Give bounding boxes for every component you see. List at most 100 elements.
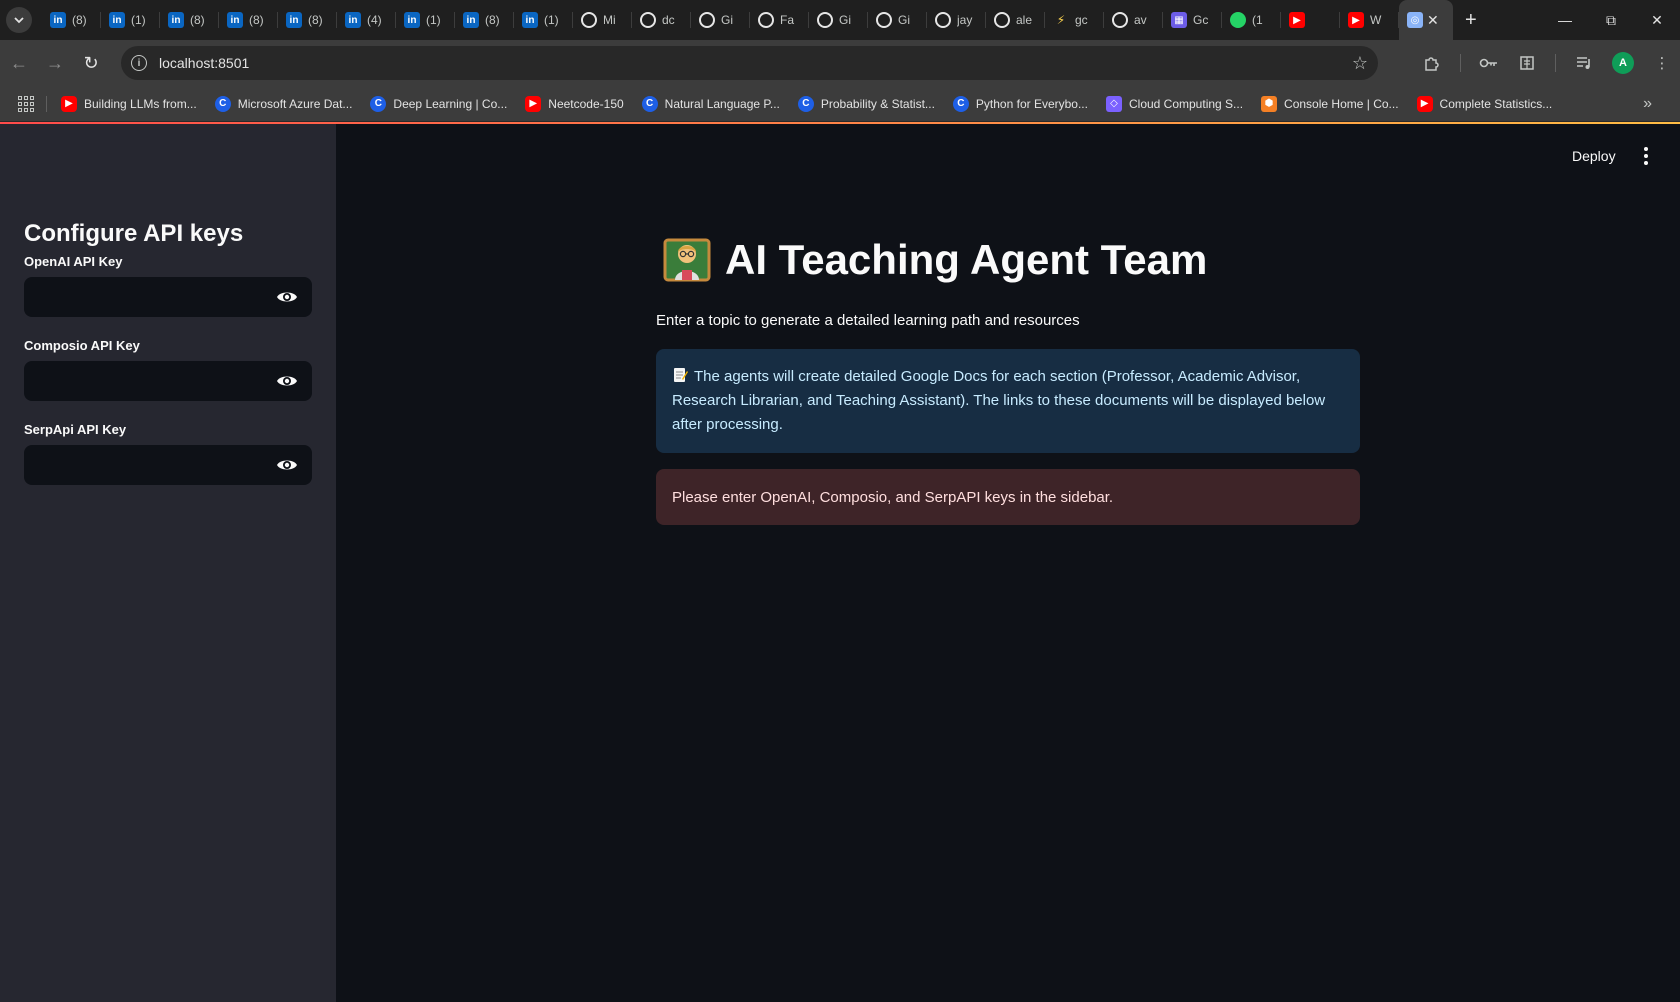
media-control-icon[interactable] xyxy=(1574,53,1594,73)
browser-tab[interactable]: ▶ W xyxy=(1340,0,1399,40)
bookmark-label: Microsoft Azure Dat... xyxy=(237,96,353,111)
browser-tab-title: (1) xyxy=(131,13,146,27)
close-tab-icon[interactable]: ✕ xyxy=(1427,12,1439,29)
browser-tab[interactable]: ▦ Gc xyxy=(1163,0,1222,40)
browser-tab-title: (1 xyxy=(1252,13,1263,27)
tab-search-button[interactable] xyxy=(6,7,32,33)
browser-tab-title: av xyxy=(1134,13,1147,27)
serpapi-key-field: SerpApi API Key xyxy=(24,422,312,485)
bookmark-item[interactable]: C Deep Learning | Co... xyxy=(370,95,508,112)
site-info-icon[interactable]: i xyxy=(131,55,147,71)
youtube-icon: ▶ xyxy=(61,95,77,112)
profile-avatar[interactable]: A xyxy=(1612,52,1634,74)
composio-key-input[interactable] xyxy=(24,361,254,401)
bookmark-item[interactable]: ▶ Complete Statistics... xyxy=(1416,95,1552,112)
robot-icon: ◎ xyxy=(1407,12,1423,28)
close-window-button[interactable]: ✕ xyxy=(1634,0,1680,40)
forward-button[interactable]: → xyxy=(38,46,72,80)
browser-tab[interactable]: ale xyxy=(986,0,1045,40)
browser-tab[interactable]: jay xyxy=(927,0,986,40)
browser-tab[interactable]: in (1) xyxy=(396,0,455,40)
browser-tab[interactable]: in (4) xyxy=(337,0,396,40)
apps-grid-icon[interactable] xyxy=(18,95,34,112)
arrow-left-icon: ← xyxy=(10,52,28,73)
bookmarks-divider xyxy=(46,95,47,112)
youtube-icon: ▶ xyxy=(1289,12,1305,28)
show-password-eye-icon[interactable] xyxy=(276,288,298,306)
linkedin-icon: in xyxy=(345,12,361,28)
linkedin-icon: in xyxy=(522,12,538,28)
browser-tab-title: jay xyxy=(957,13,973,27)
show-password-eye-icon[interactable] xyxy=(276,372,298,390)
github-icon xyxy=(994,12,1010,28)
github-icon xyxy=(640,12,656,28)
whatsapp-icon xyxy=(1230,12,1246,28)
linkedin-icon: in xyxy=(463,12,479,28)
bookmark-list: ▶ Building LLMs from... C Microsoft Azure D… xyxy=(61,95,1570,112)
composio-key-input-box[interactable] xyxy=(24,361,312,401)
coursera-icon: C xyxy=(952,95,969,112)
show-password-eye-icon[interactable] xyxy=(276,456,298,474)
linkedin-icon: in xyxy=(109,12,125,28)
error-alert: Please enter OpenAI, Composio, and SerpA… xyxy=(656,469,1360,525)
linkedin-icon: in xyxy=(50,12,66,28)
browser-tab[interactable]: (1 xyxy=(1222,0,1281,40)
address-bar[interactable]: i localhost:8501 ☆ xyxy=(121,46,1378,80)
bookmark-item[interactable]: C Probability & Statist... xyxy=(797,95,935,112)
reload-button[interactable]: ↻ xyxy=(74,46,108,80)
streamlit-app: Configure API keys OpenAI API Key Compos… xyxy=(0,122,1680,1002)
extensions-icon[interactable] xyxy=(1422,53,1442,73)
openai-key-input[interactable] xyxy=(24,277,254,317)
browser-tab[interactable]: in (8) xyxy=(42,0,101,40)
browser-tab[interactable]: Gi xyxy=(868,0,927,40)
grid-app-icon: ▦ xyxy=(1171,12,1187,28)
openai-key-field: OpenAI API Key xyxy=(24,254,312,317)
bolt-icon: ⚡ xyxy=(1056,13,1066,27)
openai-key-input-box[interactable] xyxy=(24,277,312,317)
app-menu-icon[interactable] xyxy=(1636,146,1656,166)
minimize-button[interactable]: — xyxy=(1542,0,1588,40)
reading-list-icon[interactable] xyxy=(1517,53,1537,73)
deploy-button[interactable]: Deploy xyxy=(1572,148,1616,164)
bookmark-item[interactable]: C Python for Everybo... xyxy=(952,95,1088,112)
bookmark-label: Cloud Computing S... xyxy=(1128,96,1244,111)
bookmark-item[interactable]: ◇ Cloud Computing S... xyxy=(1105,95,1244,112)
address-url[interactable]: localhost:8501 xyxy=(159,55,249,71)
window-controls: — ⧉ ✕ xyxy=(1542,0,1680,40)
page-subtitle: Enter a topic to generate a detailed lea… xyxy=(656,312,1080,329)
browser-tab[interactable]: dc xyxy=(632,0,691,40)
browser-tab[interactable]: in (1) xyxy=(514,0,573,40)
bookmarks-overflow-icon[interactable]: » xyxy=(1643,95,1652,113)
browser-tab[interactable]: ▶ xyxy=(1281,0,1340,40)
browser-tab[interactable]: in (8) xyxy=(455,0,514,40)
serpapi-key-input-box[interactable] xyxy=(24,445,312,485)
browser-tab[interactable]: in (8) xyxy=(219,0,278,40)
browser-tab[interactable]: in (8) xyxy=(160,0,219,40)
browser-tab[interactable]: av xyxy=(1104,0,1163,40)
bookmark-item[interactable]: ▶ Building LLMs from... xyxy=(61,95,197,112)
bookmark-label: Deep Learning | Co... xyxy=(393,96,508,111)
back-button[interactable]: ← xyxy=(2,46,36,80)
browser-tab[interactable]: Mi xyxy=(573,0,632,40)
browser-tab[interactable]: Fa xyxy=(750,0,809,40)
browser-tab-title: W xyxy=(1370,13,1382,27)
bookmark-star-icon[interactable]: ☆ xyxy=(1352,53,1368,74)
browser-tab[interactable]: ⚡ gc xyxy=(1045,0,1104,40)
new-tab-button[interactable]: + xyxy=(1465,9,1477,32)
restore-button[interactable]: ⧉ xyxy=(1588,0,1634,40)
browser-tab-title: Gi xyxy=(721,13,733,27)
browser-tab[interactable]: Gi xyxy=(691,0,750,40)
browser-tab-active[interactable]: ◎ ✕ xyxy=(1399,0,1453,40)
browser-tab[interactable]: Gi xyxy=(809,0,868,40)
bookmark-item[interactable]: C Microsoft Azure Dat... xyxy=(214,95,353,112)
browser-tab-title: (8) xyxy=(308,13,323,27)
browser-tab[interactable]: in (8) xyxy=(278,0,337,40)
coursera-icon: C xyxy=(641,95,658,112)
bookmark-item[interactable]: ▶ Neetcode-150 xyxy=(525,95,624,112)
browser-menu-icon[interactable]: ⋮ xyxy=(1652,53,1672,73)
serpapi-key-input[interactable] xyxy=(24,445,254,485)
browser-tab[interactable]: in (1) xyxy=(101,0,160,40)
bookmark-item[interactable]: C Natural Language P... xyxy=(641,95,780,112)
bookmark-item[interactable]: ⬢ Console Home | Co... xyxy=(1261,95,1399,112)
password-key-icon[interactable] xyxy=(1479,53,1499,73)
